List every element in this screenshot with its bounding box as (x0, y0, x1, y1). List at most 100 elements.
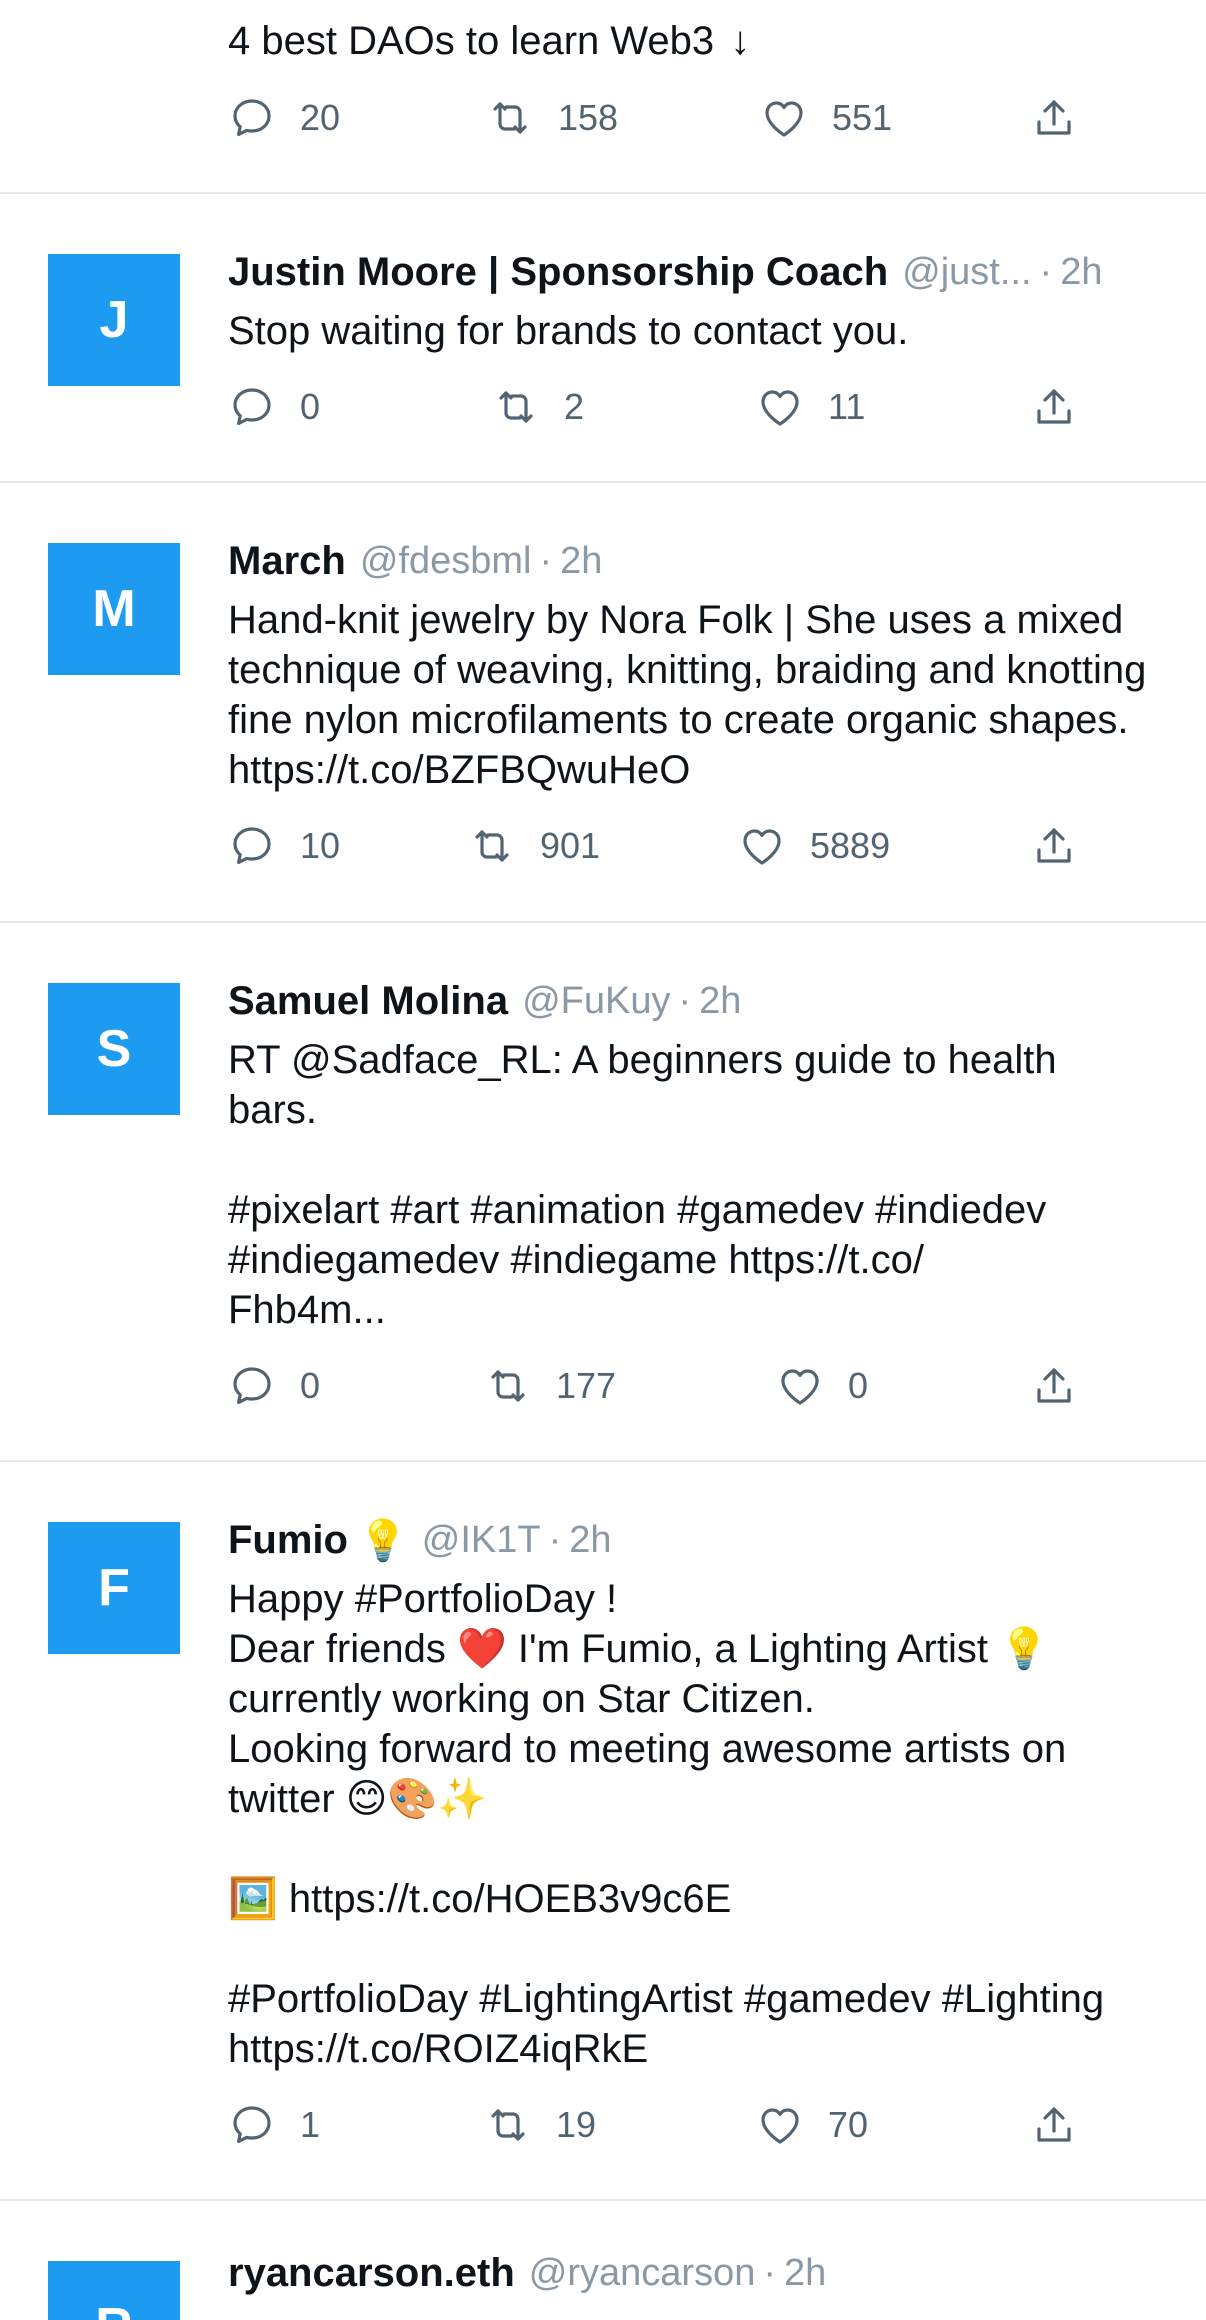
reply-button[interactable]: 10 (228, 818, 340, 874)
heart-icon (743, 829, 781, 865)
reply-count: 20 (300, 97, 341, 138)
tweet[interactable]: M March @fdesbml · 2h Hand-knit jewelry … (0, 483, 1206, 923)
retweet-count: 158 (558, 97, 619, 138)
avatar[interactable]: R (48, 2261, 180, 2320)
like-count: 5889 (810, 825, 891, 866)
retweet-count: 177 (556, 1365, 617, 1406)
author-name[interactable]: Samuel Molina (228, 979, 508, 1024)
timestamp[interactable]: 2h (784, 2252, 826, 2295)
arrow-down-icon: ↓ (730, 19, 751, 63)
heart-icon (761, 2108, 799, 2144)
retweet-icon (491, 2109, 525, 2141)
tweet-header: ryancarson.eth @ryancarson · 2h (228, 2245, 1150, 2301)
share-button[interactable] (1030, 90, 1078, 146)
share-button[interactable] (1030, 1358, 1078, 1414)
author-name[interactable]: March (228, 539, 346, 584)
heart-icon (765, 101, 803, 137)
tweet-actions: 1 19 70 (228, 2097, 1088, 2153)
like-count: 11 (828, 386, 866, 427)
avatar[interactable]: S (48, 983, 180, 1115)
like-button[interactable]: 0 (776, 1358, 868, 1414)
avatar[interactable]: F (48, 1522, 180, 1654)
author-handle[interactable]: @IK1T (422, 1519, 541, 1562)
share-icon (1037, 1368, 1071, 1403)
reply-count: 0 (300, 1365, 321, 1406)
separator-dot: · (539, 539, 553, 582)
tweet-text: Hand-knit jewelry by Nora Folk | She use… (228, 598, 1158, 792)
tweet-text-content: 4 best DAOs to learn Web3 (228, 19, 715, 63)
author-handle[interactable]: @ryancarson (529, 2252, 756, 2295)
tweet-actions: 0 2 11 (228, 379, 1088, 435)
reply-count: 1 (300, 2104, 321, 2145)
retweet-count: 901 (540, 825, 601, 866)
timestamp[interactable]: 2h (699, 980, 741, 1023)
reply-button[interactable]: 0 (228, 379, 320, 435)
retweet-icon (493, 102, 527, 134)
share-button[interactable] (1030, 818, 1078, 874)
tweet-header: Samuel Molina @FuKuy · 2h (228, 973, 1150, 1029)
author-handle[interactable]: @just... (902, 251, 1031, 294)
retweet-count: 2 (564, 386, 585, 427)
separator-dot: · (548, 1518, 562, 1561)
reply-icon (233, 388, 271, 425)
tweet-text: 4 best DAOs to learn Web3 ↓ (228, 16, 1156, 66)
reply-count: 0 (300, 386, 321, 427)
retweet-icon (499, 391, 533, 423)
author-handle[interactable]: @fdesbml (360, 540, 532, 583)
tweet[interactable]: R ryancarson.eth @ryancarson · 2h (0, 2201, 1206, 2320)
reply-button[interactable]: 1 (228, 2097, 320, 2153)
retweet-button[interactable]: 158 (486, 90, 618, 146)
like-button[interactable]: 5889 (738, 818, 890, 874)
retweet-button[interactable]: 2 (492, 379, 584, 435)
avatar[interactable]: J (48, 254, 180, 386)
tweet-text: RT @Sadface_RL: A beginners guide to hea… (228, 1038, 1057, 1332)
timestamp[interactable]: 2h (1060, 251, 1102, 294)
tweet-header: Justin Moore | Sponsorship Coach @just..… (228, 244, 1150, 300)
timestamp[interactable]: 2h (560, 540, 602, 583)
author-name[interactable]: Justin Moore | Sponsorship Coach (228, 250, 888, 295)
author-name[interactable]: Fumio (228, 1518, 348, 1563)
tweet[interactable]: S Samuel Molina @FuKuy · 2h RT @Sadface_… (0, 923, 1206, 1462)
tweet-text: Happy #PortfolioDay ! Dear friends ❤️ I'… (228, 1577, 1105, 2071)
retweet-button[interactable]: 177 (484, 1358, 616, 1414)
share-icon (1037, 2107, 1071, 2142)
like-button[interactable]: 70 (756, 2097, 868, 2153)
like-button[interactable]: 551 (760, 90, 892, 146)
tweet[interactable]: J Justin Moore | Sponsorship Coach @just… (0, 194, 1206, 483)
author-handle[interactable]: @FuKuy (522, 980, 670, 1023)
share-icon (1037, 389, 1071, 424)
reply-icon (233, 827, 271, 864)
retweet-count: 19 (556, 2104, 597, 2145)
like-button[interactable]: 11 (756, 379, 865, 435)
like-count: 551 (832, 97, 893, 138)
tweet[interactable]: 4 best DAOs to learn Web3 ↓ 20 158 551 (0, 0, 1206, 194)
author-name[interactable]: ryancarson.eth (228, 2251, 515, 2296)
timestamp[interactable]: 2h (569, 1519, 611, 1562)
retweet-button[interactable]: 901 (468, 818, 600, 874)
retweet-button[interactable]: 19 (484, 2097, 596, 2153)
reply-count: 10 (300, 825, 341, 866)
separator-dot: · (763, 2251, 776, 2294)
lightbulb-icon: 💡 (357, 1518, 408, 1563)
timeline-feed: 4 best DAOs to learn Web3 ↓ 20 158 551 J … (0, 0, 1206, 2320)
tweet[interactable]: F Fumio 💡 @IK1T · 2h Happy #PortfolioDay… (0, 1462, 1206, 2201)
reply-button[interactable]: 0 (228, 1358, 320, 1414)
tweet-header: Fumio 💡 @IK1T · 2h (228, 1512, 1150, 1568)
share-button[interactable] (1030, 379, 1078, 435)
share-button[interactable] (1030, 2097, 1078, 2153)
like-count: 0 (848, 1365, 869, 1406)
heart-icon (781, 1369, 819, 1405)
reply-button[interactable]: 20 (228, 90, 340, 146)
reply-icon (233, 99, 271, 136)
tweet-text: Stop waiting for brands to contact you. (228, 309, 909, 353)
reply-icon (233, 2106, 271, 2143)
separator-dot: · (678, 979, 692, 1022)
like-count: 70 (828, 2104, 869, 2145)
share-icon (1037, 828, 1071, 863)
tweet-header: March @fdesbml · 2h (228, 533, 1150, 589)
retweet-icon (475, 830, 509, 862)
avatar[interactable]: M (48, 543, 180, 675)
tweet-actions: 0 177 0 (228, 1358, 1088, 1414)
tweet-actions: 10 901 5889 (228, 818, 1088, 874)
tweet-actions: 20 158 551 (228, 90, 1088, 146)
